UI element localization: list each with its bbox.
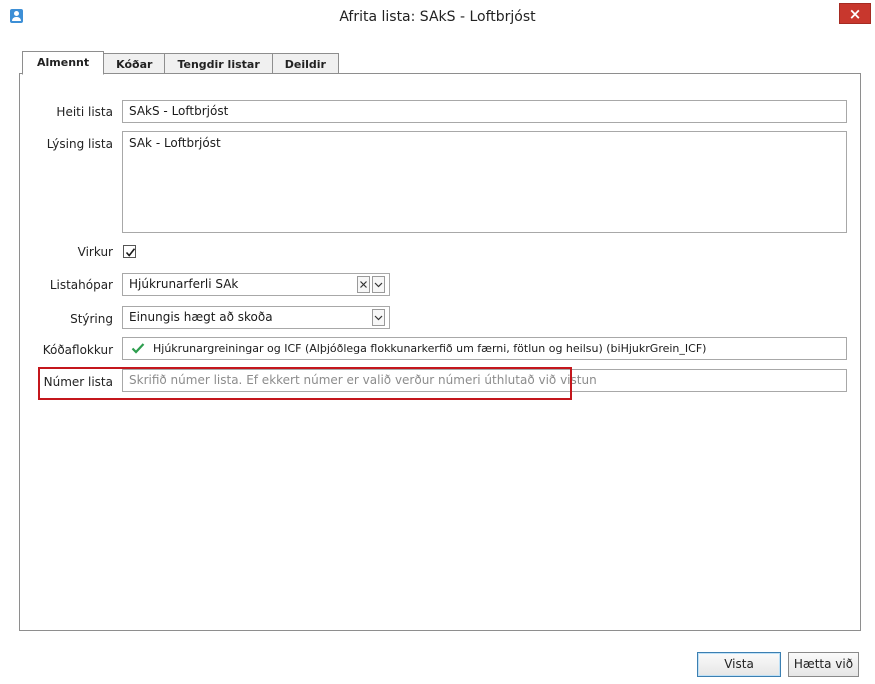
styring-value: Einungis hægt að skoða (129, 310, 273, 324)
close-button[interactable]: × (839, 3, 871, 24)
lysing-label: Lýsing lista (46, 137, 113, 151)
virkur-label: Virkur (77, 245, 113, 259)
kodaflokkur-label: Kóðaflokkur (42, 343, 113, 357)
clear-icon[interactable] (357, 276, 370, 293)
check-icon (131, 343, 145, 354)
chevron-down-icon[interactable] (372, 309, 385, 326)
tab-tengdir-listar[interactable]: Tengdir listar (165, 53, 273, 74)
numer-input[interactable]: Skrifið númer lista. Ef ekkert númer er … (122, 369, 847, 392)
lysing-textarea[interactable]: SAk - Loftbrjóst (122, 131, 847, 233)
numer-label: Númer lista (43, 375, 113, 389)
window-title: Afrita lista: SAkS - Loftbrjóst (339, 9, 536, 25)
kodaflokkur-multiselect[interactable]: Hjúkrunargreiningar og ICF (Alþjóðlega f… (122, 337, 847, 360)
tab-deildir[interactable]: Deildir (272, 53, 339, 74)
numer-placeholder: Skrifið númer lista. Ef ekkert númer er … (129, 373, 597, 387)
styring-label: Stýring (70, 312, 113, 326)
dialog-window: Afrita lista: SAkS - Loftbrjóst × Almenn… (0, 0, 875, 684)
tab-almennt[interactable]: Almennt (22, 51, 105, 75)
listahopar-combobox[interactable]: Hjúkrunarferli SAk (122, 273, 390, 296)
cancel-button[interactable]: Hætta við (788, 652, 859, 677)
title-bar: Afrita lista: SAkS - Loftbrjóst × (0, 0, 875, 34)
heiti-input[interactable]: SAkS - Loftbrjóst (122, 100, 847, 123)
chevron-down-icon[interactable] (372, 276, 385, 293)
heiti-label: Heiti lista (56, 105, 113, 119)
virkur-checkbox[interactable] (123, 245, 136, 258)
kodaflokkur-value: Hjúkrunargreiningar og ICF (Alþjóðlega f… (153, 342, 707, 355)
checkmark-icon (125, 248, 136, 257)
tab-bar: Almennt Kóðar Tengdir listar Deildir (22, 51, 339, 75)
styring-select[interactable]: Einungis hægt að skoða (122, 306, 390, 329)
listahopar-value: Hjúkrunarferli SAk (129, 277, 239, 291)
listahopar-label: Listahópar (49, 278, 113, 292)
save-button[interactable]: Vista (697, 652, 781, 677)
tab-kodar[interactable]: Kóðar (104, 53, 166, 74)
